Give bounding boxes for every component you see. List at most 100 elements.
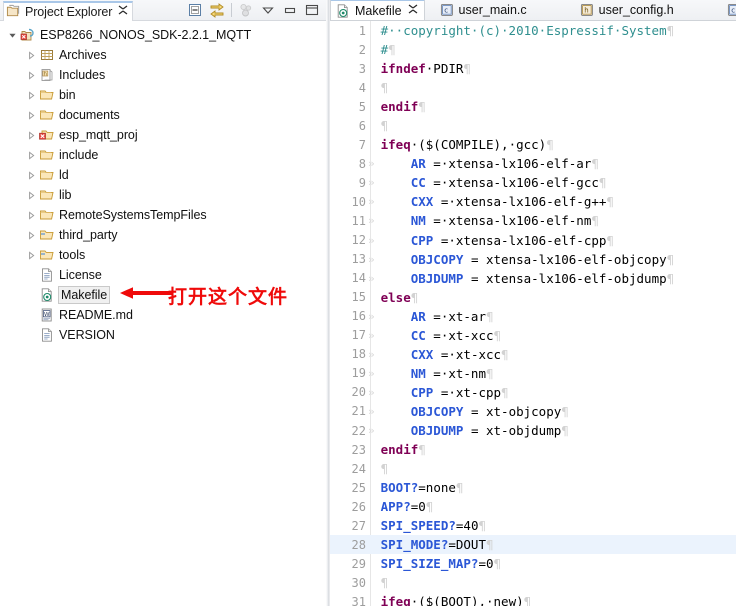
chevron-right-icon[interactable] <box>25 45 38 65</box>
pilcrow-icon: ¶ <box>501 384 509 400</box>
code-token: SPI_SIZE_MAP? <box>380 556 479 572</box>
chevron-right-icon[interactable] <box>25 225 38 245</box>
line-number: 19 <box>351 366 366 381</box>
code-line[interactable]: 9» CC =·xtensa-lx106-elf-gcc¶ <box>330 173 736 192</box>
pilcrow-icon: ¶ <box>561 423 569 438</box>
code-token: SPI_MODE? <box>380 537 449 553</box>
file-icon <box>38 327 56 343</box>
code-line[interactable]: 14» OBJDUMP = xtensa-lx106-elf-objdump¶ <box>330 269 736 288</box>
editor-tab-user-m[interactable]: cuser_m <box>722 0 736 20</box>
tree-item-bin[interactable]: bin <box>0 85 326 105</box>
code-line[interactable]: 8» AR =·xtensa-lx106-elf-ar¶ <box>330 154 736 173</box>
code-line[interactable]: 3 ifndef·PDIR¶ <box>330 59 736 78</box>
annotation-arrow-open-file <box>120 286 172 303</box>
code-line[interactable]: 19» NM =·xt-nm¶ <box>330 364 736 383</box>
code-line[interactable]: 7 ifeq·($(COMPILE),·gcc)¶ <box>330 135 736 154</box>
code-token: ifeq <box>380 594 411 606</box>
code-line[interactable]: 1 #··copyright·(c)·2010·Espressif·System… <box>330 21 736 40</box>
code-token: =0 <box>478 556 494 572</box>
editor-tab-makefile[interactable]: Makefile <box>330 0 425 20</box>
line-number: 17 <box>351 328 366 343</box>
tree-item-readme-md[interactable]: W README.md <box>0 305 326 325</box>
tab-project-explorer[interactable]: Project Explorer <box>3 0 134 21</box>
project-tree[interactable]: ESP8266_NONOS_SDK-2.2.1_MQTT Archives h Inc… <box>0 21 326 606</box>
link-with-editor-icon[interactable] <box>209 2 225 18</box>
tree-item-documents[interactable]: documents <box>0 105 326 125</box>
chevron-right-icon[interactable] <box>25 185 38 205</box>
chevron-right-icon[interactable] <box>25 85 38 105</box>
code-line[interactable]: 6 ¶ <box>330 116 736 135</box>
minimize-icon[interactable] <box>282 2 298 18</box>
close-icon[interactable] <box>118 5 128 18</box>
code-line[interactable]: 5 endif¶ <box>330 97 736 116</box>
chevron-down-icon[interactable] <box>6 25 19 45</box>
tab-marker-icon <box>368 81 378 94</box>
code-token: OBJCOPY <box>380 251 464 267</box>
tree-item-tools[interactable]: tools <box>0 245 326 265</box>
code-line[interactable]: 10» CXX =·xtensa-lx106-elf-g++¶ <box>330 192 736 211</box>
line-number: 16 <box>351 309 366 324</box>
tree-item-third-party[interactable]: third_party <box>0 225 326 245</box>
tree-item-lib[interactable]: lib <box>0 185 326 205</box>
tree-item-label: lib <box>59 188 72 202</box>
code-line[interactable]: 26 APP?=0¶ <box>330 497 736 516</box>
pilcrow-icon: ¶ <box>486 365 494 381</box>
code-line[interactable]: 28 SPI_MODE?=DOUT¶ <box>330 535 736 555</box>
code-line[interactable]: 17» CC =·xt-xcc¶ <box>330 326 736 345</box>
chevron-right-icon[interactable] <box>25 145 38 165</box>
tree-item-esp8266-nonos-sdk-2-2-1-mqtt[interactable]: ESP8266_NONOS_SDK-2.2.1_MQTT <box>0 25 326 45</box>
code-line[interactable]: 24 ¶ <box>330 459 736 478</box>
code-line[interactable]: 2 #¶ <box>330 40 736 59</box>
code-line[interactable]: 13» OBJCOPY = xtensa-lx106-elf-objcopy¶ <box>330 250 736 269</box>
tree-item-esp-mqtt-proj[interactable]: esp_mqtt_proj <box>0 125 326 145</box>
project-explorer-icon <box>6 3 21 21</box>
code-text: ¶ <box>378 461 389 476</box>
code-line[interactable]: 31 ifeq·($(BOOT),·new)¶ <box>330 592 736 606</box>
code-line[interactable]: 30 ¶ <box>330 573 736 592</box>
code-line[interactable]: 27 SPI_SPEED?=40¶ <box>330 516 736 535</box>
code-line[interactable]: 4 ¶ <box>330 78 736 97</box>
code-line[interactable]: 15 else¶ <box>330 288 736 307</box>
folder-icon <box>38 167 56 183</box>
close-icon[interactable] <box>408 4 418 17</box>
code-editor[interactable]: 1 #··copyright·(c)·2010·Espressif·System… <box>330 21 736 606</box>
editor-tab-user-main-c[interactable]: c user_main.c <box>435 0 533 20</box>
chevron-right-icon[interactable] <box>25 205 38 225</box>
code-text: APP?=0¶ <box>378 499 434 514</box>
line-number: 21 <box>351 404 366 419</box>
tree-item-label: esp_mqtt_proj <box>59 128 138 142</box>
focus-on-active-task-icon[interactable] <box>238 2 254 18</box>
code-text: CPP =·xt-cpp¶ <box>378 385 509 400</box>
code-line[interactable]: 22» OBJDUMP = xt-objdump¶ <box>330 421 736 440</box>
tree-item-remotesystemstempfiles[interactable]: RemoteSystemsTempFiles <box>0 205 326 225</box>
collapse-all-icon[interactable] <box>187 2 203 18</box>
maximize-icon[interactable] <box>304 2 320 18</box>
code-line[interactable]: 11» NM =·xtensa-lx106-elf-nm¶ <box>330 211 736 230</box>
code-line[interactable]: 25 BOOT?=none¶ <box>330 478 736 497</box>
tab-marker-icon <box>368 576 378 589</box>
chevron-right-icon[interactable] <box>25 65 38 85</box>
tree-item-license[interactable]: License <box>0 265 326 285</box>
code-line[interactable]: 18» CXX =·xt-xcc¶ <box>330 345 736 364</box>
tree-item-archives[interactable]: Archives <box>0 45 326 65</box>
tree-item-version[interactable]: VERSION <box>0 325 326 345</box>
pilcrow-icon: ¶ <box>478 518 486 534</box>
code-line[interactable]: 23 endif¶ <box>330 440 736 459</box>
code-line[interactable]: 20» CPP =·xt-cpp¶ <box>330 383 736 402</box>
tree-item-include[interactable]: include <box>0 145 326 165</box>
code-line[interactable]: 21» OBJCOPY = xt-objcopy¶ <box>330 402 736 421</box>
editor-tab-user-config-h[interactable]: h user_config.h <box>575 0 680 20</box>
chevron-right-icon[interactable] <box>25 165 38 185</box>
chevron-right-icon[interactable] <box>25 125 38 145</box>
code-line[interactable]: 29 SPI_SIZE_MAP?=0¶ <box>330 554 736 573</box>
code-line[interactable]: 12» CPP =·xtensa-lx106-elf-cpp¶ <box>330 231 736 250</box>
tree-item-ld[interactable]: ld <box>0 165 326 185</box>
makefile-icon <box>335 3 351 19</box>
code-line[interactable]: 16» AR =·xt-ar¶ <box>330 307 736 326</box>
chevron-right-icon[interactable] <box>25 105 38 125</box>
tree-item-includes[interactable]: h Includes <box>0 65 326 85</box>
editor-tab-label: Makefile <box>355 3 402 18</box>
chevron-right-icon[interactable] <box>25 245 38 265</box>
view-menu-icon[interactable] <box>260 2 276 18</box>
code-text: ¶ <box>378 80 389 95</box>
